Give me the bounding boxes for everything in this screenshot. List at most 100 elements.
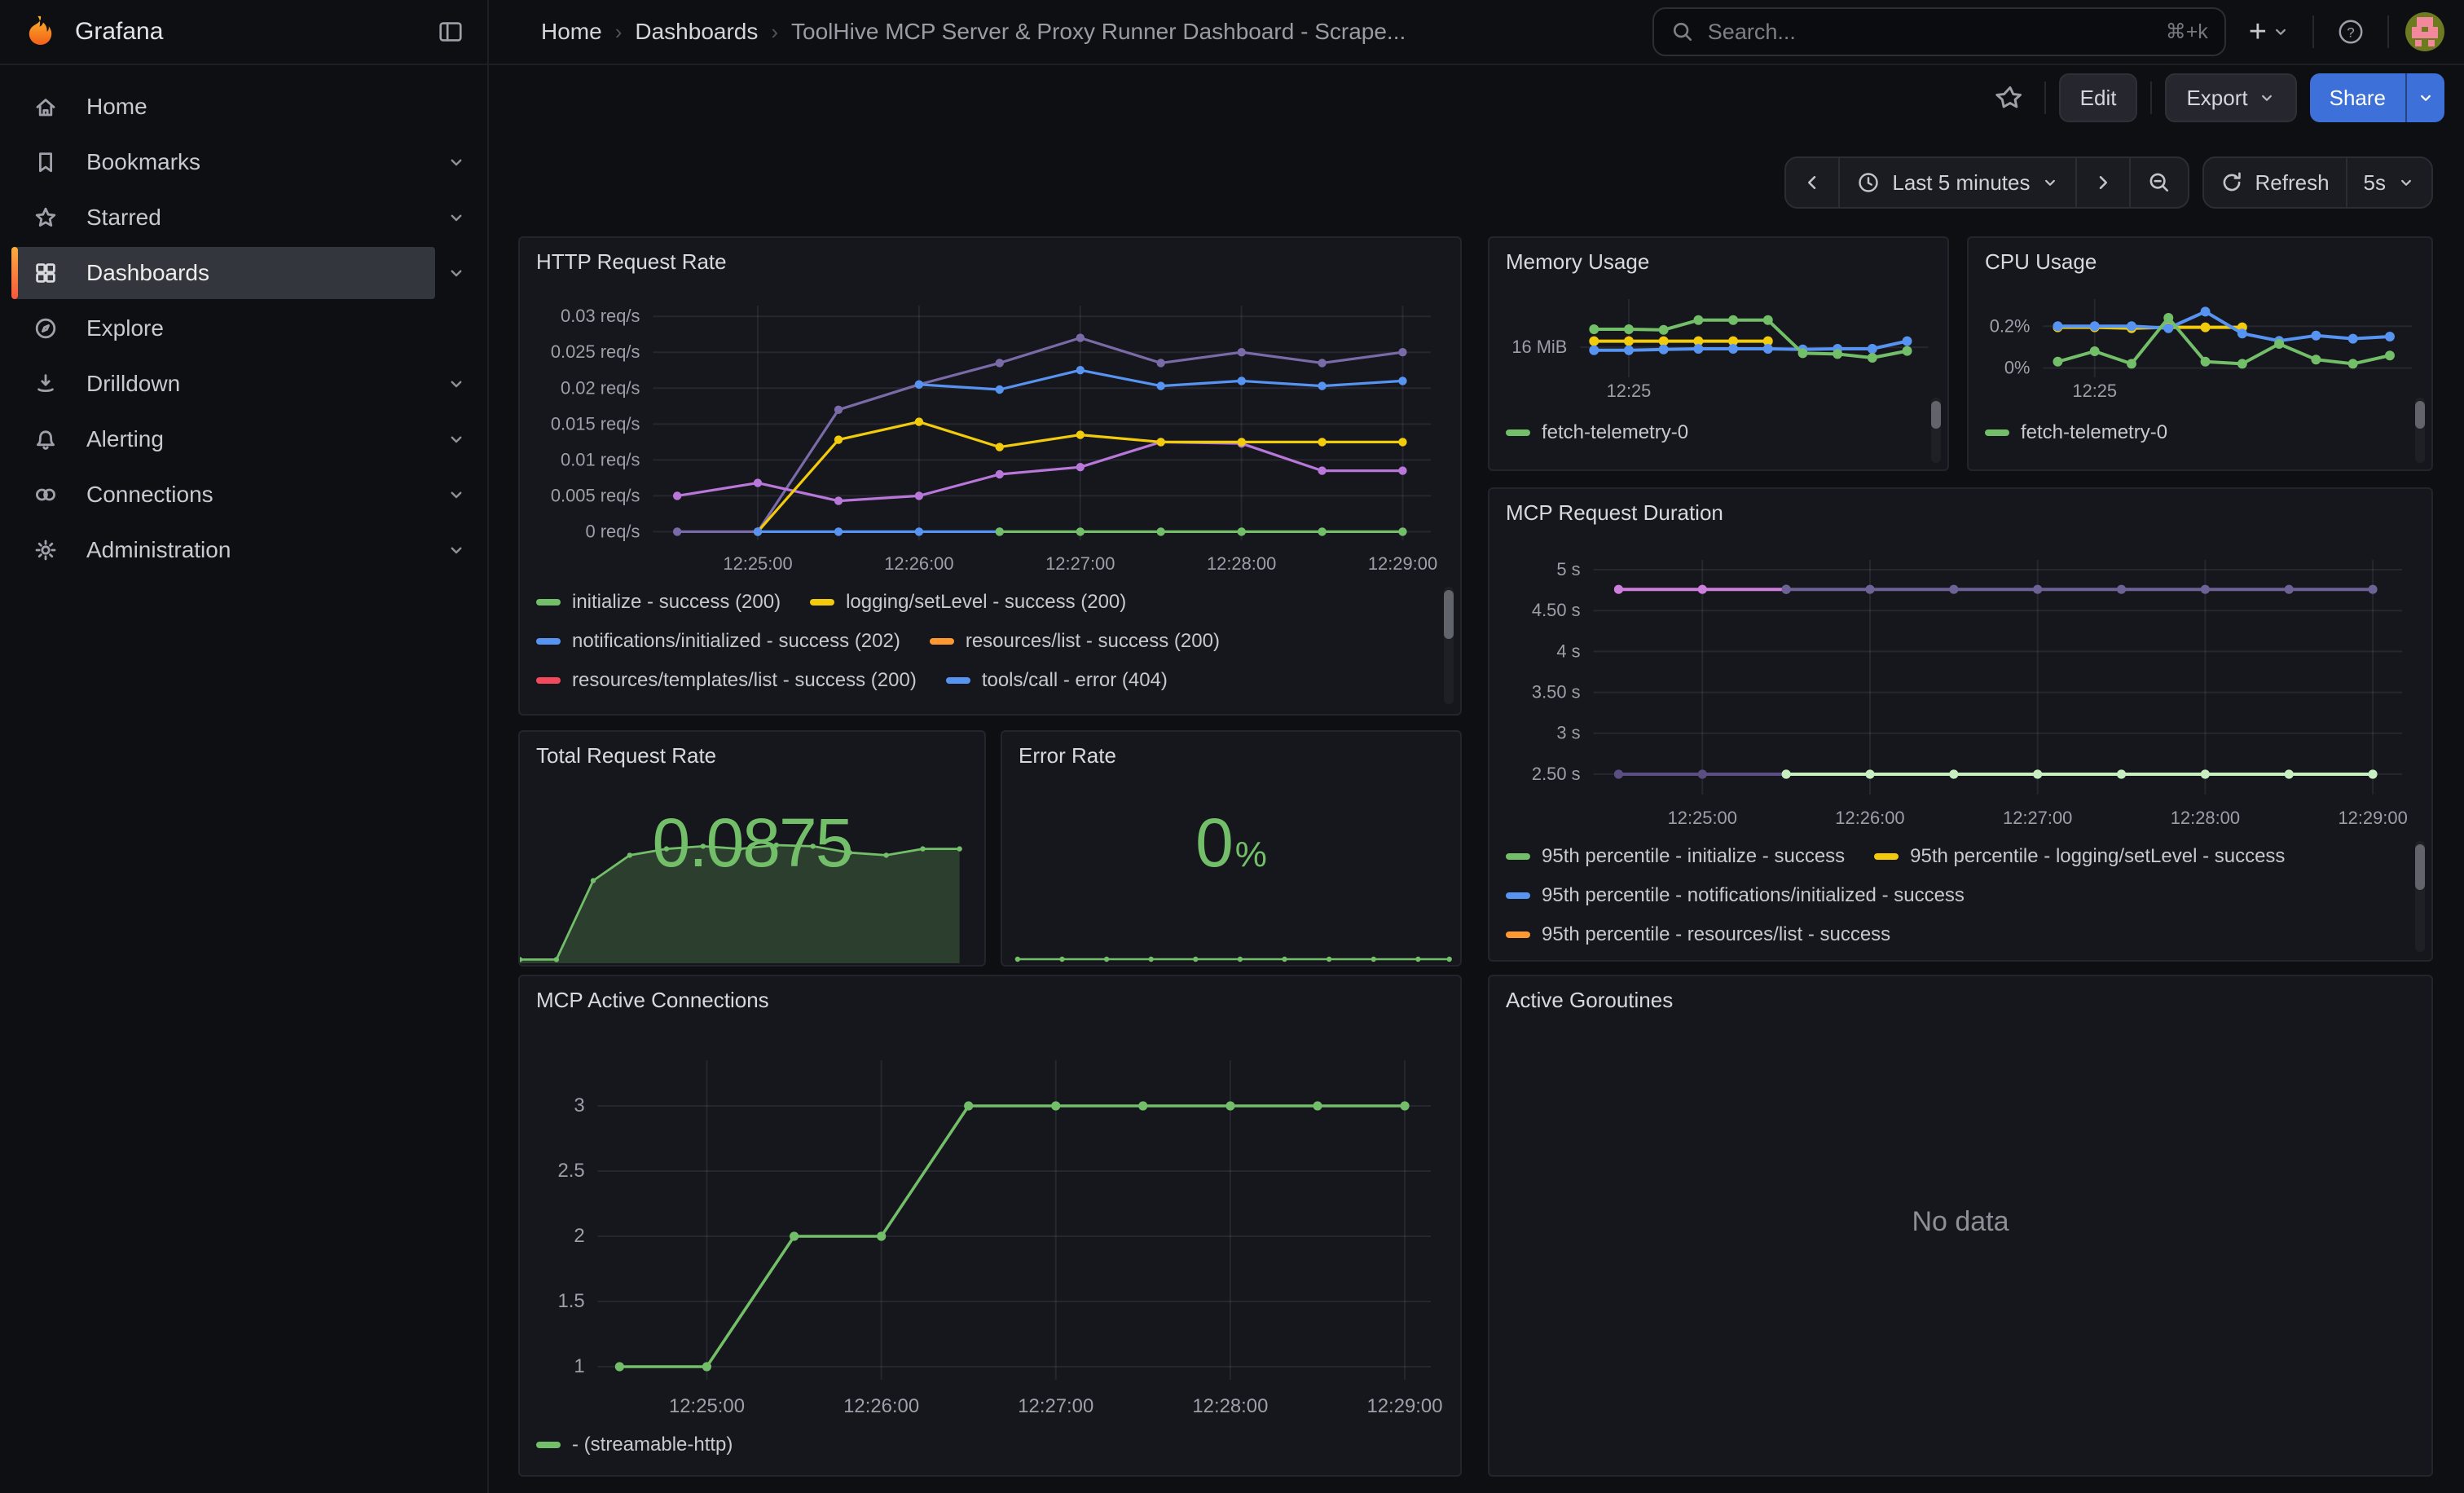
panel-title[interactable]: HTTP Request Rate xyxy=(520,238,1460,283)
grafana-logo[interactable] xyxy=(23,14,59,50)
legend-swatch xyxy=(536,599,561,606)
avatar[interactable] xyxy=(2405,12,2444,51)
sidebar-item-home[interactable]: Home xyxy=(11,80,477,134)
refresh-icon xyxy=(2220,171,2243,194)
total-request-rate-value: 0.0875 xyxy=(653,804,852,883)
share-button[interactable]: Share xyxy=(2310,73,2405,122)
time-shift-back-button[interactable] xyxy=(1786,158,1838,207)
mcp-active-connections-chart[interactable]: 11.522.5312:25:0012:26:0012:27:0012:28:0… xyxy=(520,1021,1460,1425)
time-shift-forward-button[interactable] xyxy=(2075,158,2129,207)
panel-title[interactable]: MCP Active Connections xyxy=(520,976,1460,1021)
svg-text:4 s: 4 s xyxy=(1556,641,1580,661)
panel-title[interactable]: Active Goroutines xyxy=(1489,976,2431,1021)
sidebar-item-label: Explore xyxy=(86,315,164,341)
panel-title[interactable]: Memory Usage xyxy=(1489,238,1947,283)
search-input[interactable]: Search... ⌘+k xyxy=(1652,7,2226,56)
legend-swatch xyxy=(1506,931,1530,938)
chevron-down-icon[interactable] xyxy=(435,429,477,449)
help-icon[interactable]: ? xyxy=(2330,11,2371,52)
export-button[interactable]: Export xyxy=(2165,73,2296,122)
legend-item[interactable]: tools/call - error (404) xyxy=(946,669,1168,692)
legend-item[interactable]: tools/call - success (200) xyxy=(536,708,787,710)
panel-active-goroutines: Active Goroutines No data xyxy=(1488,975,2433,1477)
add-button[interactable]: + xyxy=(2242,8,2296,56)
sidebar-item-bookmarks[interactable]: Bookmarks xyxy=(11,135,477,189)
chevron-down-icon[interactable] xyxy=(435,208,477,227)
share-dropdown-button[interactable] xyxy=(2405,73,2444,122)
svg-text:0.03 req/s: 0.03 req/s xyxy=(561,306,640,326)
svg-text:12:26:00: 12:26:00 xyxy=(884,553,953,574)
chevron-down-icon[interactable] xyxy=(435,485,477,504)
svg-text:0.015 req/s: 0.015 req/s xyxy=(551,413,640,434)
legend-swatch xyxy=(536,1442,561,1448)
sidebar-item-dashboards[interactable]: Dashboards xyxy=(11,246,477,300)
legend-item[interactable]: initialize - success (200) xyxy=(536,591,781,614)
legend-item[interactable]: unknown - success (200) xyxy=(1092,708,1345,710)
zoom-out-icon[interactable] xyxy=(2129,158,2188,207)
http-request-rate-chart[interactable]: 0 req/s0.005 req/s0.01 req/s0.015 req/s0… xyxy=(520,283,1460,583)
cpu-usage-chart[interactable]: 0.2%0%12:25 xyxy=(1969,283,2431,410)
panel-title[interactable]: MCP Request Duration xyxy=(1489,489,2431,534)
divider xyxy=(2044,81,2046,114)
svg-text:16 MiB: 16 MiB xyxy=(1511,337,1567,357)
error-rate-unit: % xyxy=(1235,835,1267,875)
sidebar-item-drilldown[interactable]: Drilldown xyxy=(11,357,477,411)
sidebar-item-explore[interactable]: Explore xyxy=(11,302,477,355)
sidebar-item-alerting[interactable]: Alerting xyxy=(11,412,477,466)
legend-item[interactable]: tools/list - success (200) xyxy=(816,708,1062,710)
legend-item[interactable]: notifications/initialized - success (202… xyxy=(536,630,900,653)
legend-scrollbar[interactable] xyxy=(2415,841,2425,952)
svg-text:0 req/s: 0 req/s xyxy=(585,521,640,541)
legend-item[interactable]: logging/setLevel - success (200) xyxy=(810,591,1126,614)
panel-title[interactable]: CPU Usage xyxy=(1969,238,2431,283)
legend-item[interactable]: 95th percentile - notifications/initiali… xyxy=(1506,884,1965,907)
legend-swatch xyxy=(810,599,834,606)
breadcrumb-home[interactable]: Home xyxy=(541,19,602,45)
svg-text:12:25:00: 12:25:00 xyxy=(1668,808,1737,828)
panel-title[interactable]: Total Request Rate xyxy=(520,732,984,777)
share-split-button: Share xyxy=(2310,73,2444,122)
legend-item[interactable]: fetch-telemetry-0 xyxy=(1985,421,2167,444)
mcp-request-duration-chart[interactable]: 2.50 s3 s3.50 s4 s4.50 s5 s12:25:0012:26… xyxy=(1489,534,2431,837)
legend-item[interactable]: 95th percentile - logging/setLevel - suc… xyxy=(1874,845,2285,868)
sidebar-item-label: Drilldown xyxy=(86,371,180,397)
legend-item[interactable]: resources/list - success (200) xyxy=(930,630,1220,653)
legend-scrollbar[interactable] xyxy=(1931,398,1941,463)
chevron-down-icon[interactable] xyxy=(435,263,477,283)
memory-usage-chart[interactable]: 16 MiB12:25 xyxy=(1489,283,1947,410)
refresh-button[interactable]: Refresh xyxy=(2204,158,2345,207)
refresh-interval-picker[interactable]: 5s xyxy=(2346,158,2431,207)
breadcrumb-dashboards[interactable]: Dashboards xyxy=(635,19,758,45)
chevron-down-icon xyxy=(2397,174,2415,192)
error-rate-sparkline xyxy=(1002,939,1460,965)
legend-item[interactable]: 95th percentile - resources/list - succe… xyxy=(1506,923,1890,946)
legend-scrollbar[interactable] xyxy=(2415,398,2425,463)
edit-button[interactable]: Edit xyxy=(2059,73,2138,122)
panel-error-rate: Error Rate 0 % xyxy=(1001,730,1462,967)
clock-icon xyxy=(1856,170,1881,195)
panel-mcp-request-duration: MCP Request Duration 2.50 s3 s3.50 s4 s4… xyxy=(1488,487,2433,962)
sidebar-item-administration[interactable]: Administration xyxy=(11,523,477,577)
favorite-star-icon[interactable] xyxy=(1989,77,2031,119)
legend-item[interactable]: 95th percentile - initialize - success xyxy=(1506,845,1845,868)
sidebar-item-connections[interactable]: Connections xyxy=(11,468,477,522)
time-range-group: Last 5 minutes xyxy=(1784,156,2189,209)
svg-text:12:28:00: 12:28:00 xyxy=(2171,808,2240,828)
legend-item[interactable]: - (streamable-http) xyxy=(536,1434,733,1456)
sidebar-item-starred[interactable]: Starred xyxy=(11,191,477,244)
sidebar-item-label: Dashboards xyxy=(86,260,209,286)
legend-item[interactable]: fetch-telemetry-0 xyxy=(1506,421,1688,444)
breadcrumb: Home › Dashboards › ToolHive MCP Server … xyxy=(541,19,1406,45)
dock-sidebar-icon[interactable] xyxy=(430,11,471,52)
divider xyxy=(2312,15,2314,48)
legend-item[interactable]: resources/templates/list - success (200) xyxy=(536,669,917,692)
header: Grafana Home › Dashboards › ToolHive MCP… xyxy=(0,0,2464,65)
svg-text:12:25:00: 12:25:00 xyxy=(669,1395,745,1417)
chevron-down-icon[interactable] xyxy=(435,540,477,560)
legend-scrollbar[interactable] xyxy=(1444,587,1454,704)
panel-title[interactable]: Error Rate xyxy=(1002,732,1460,777)
chevron-down-icon[interactable] xyxy=(435,374,477,394)
time-range-picker[interactable]: Last 5 minutes xyxy=(1838,158,2075,207)
breadcrumb-separator: › xyxy=(771,20,778,45)
chevron-down-icon[interactable] xyxy=(435,152,477,172)
